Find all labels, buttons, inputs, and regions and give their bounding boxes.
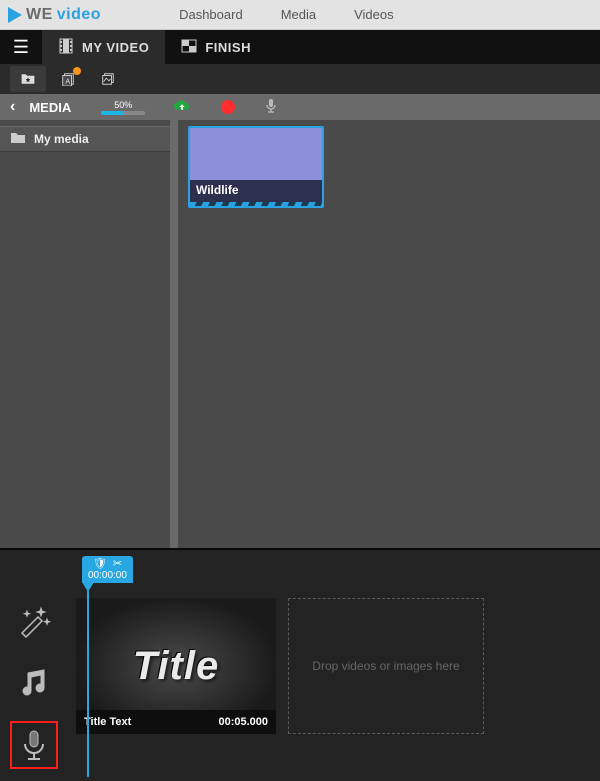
microphone-button[interactable] bbox=[265, 98, 277, 117]
svg-text:A: A bbox=[65, 78, 70, 85]
clip-handle[interactable]: 🛡 ✂ 00:00:00 bbox=[82, 556, 133, 583]
handle-icons: 🛡 ✂ bbox=[93, 559, 122, 570]
media-browser: My media Wildlife bbox=[0, 120, 600, 548]
drop-zone[interactable]: Drop videos or images here bbox=[288, 598, 484, 734]
video-track: Title Title Text 00:05.000 Drop videos o… bbox=[76, 598, 590, 734]
track-area[interactable]: 🛡 ✂ 00:00:00 Title Title Text 00:05.000 … bbox=[68, 550, 600, 781]
timeline-area: 🛡 ✂ 00:00:00 Title Title Text 00:05.000 … bbox=[0, 548, 600, 781]
nav-dashboard[interactable]: Dashboard bbox=[179, 7, 243, 22]
logo-text-2: VIDEO bbox=[57, 6, 101, 24]
upload-progress: 50% bbox=[101, 100, 145, 115]
effects-tool[interactable] bbox=[10, 597, 58, 645]
tab-my-video-label: MY VIDEO bbox=[82, 40, 149, 55]
back-button[interactable]: ‹ bbox=[10, 98, 15, 116]
title-clip[interactable]: Title Title Text 00:05.000 bbox=[76, 598, 276, 734]
clip-label: Wildlife bbox=[190, 180, 322, 202]
title-name: Title Text bbox=[84, 716, 131, 728]
tab-strip: ☰ MY VIDEO FINISH bbox=[0, 30, 600, 64]
media-header: ‹ MEDIA 50% bbox=[0, 94, 600, 120]
drop-zone-label: Drop videos or images here bbox=[312, 659, 459, 673]
clip-thumbnail bbox=[190, 128, 322, 180]
scissors-icon[interactable]: ✂ bbox=[113, 559, 122, 570]
clip-wildlife[interactable]: Wildlife bbox=[188, 126, 324, 208]
tab-finish-label: FINISH bbox=[205, 40, 251, 55]
favorites-folder-button[interactable] bbox=[10, 66, 46, 92]
tab-my-video[interactable]: MY VIDEO bbox=[42, 30, 165, 64]
progress-bar bbox=[101, 111, 145, 115]
handle-time: 00:00:00 bbox=[88, 570, 127, 581]
timeline-tools bbox=[0, 550, 68, 781]
top-nav: Dashboard Media Videos bbox=[179, 7, 394, 22]
playhead[interactable] bbox=[82, 582, 94, 594]
upload-button[interactable] bbox=[171, 99, 193, 115]
film-icon bbox=[58, 38, 74, 57]
progress-label: 50% bbox=[114, 100, 132, 110]
text-library-button[interactable]: A bbox=[50, 66, 86, 92]
top-bar: WeVIDEO Dashboard Media Videos bbox=[0, 0, 600, 30]
media-title: MEDIA bbox=[29, 100, 71, 115]
tab-finish[interactable]: FINISH bbox=[165, 30, 267, 64]
title-preview-text: Title bbox=[133, 644, 220, 689]
title-duration: 00:05.000 bbox=[218, 716, 268, 728]
logo-play-icon bbox=[8, 7, 22, 23]
voiceover-tool[interactable] bbox=[10, 721, 58, 769]
logo[interactable]: WeVIDEO bbox=[8, 6, 101, 24]
finish-icon bbox=[181, 38, 197, 57]
nav-videos[interactable]: Videos bbox=[354, 7, 394, 22]
menu-button[interactable]: ☰ bbox=[0, 30, 42, 64]
graphics-library-button[interactable] bbox=[90, 66, 126, 92]
shield-icon: 🛡 bbox=[93, 559, 107, 570]
icon-row: A bbox=[0, 64, 600, 94]
logo-text-1: We bbox=[26, 6, 53, 24]
nav-media[interactable]: Media bbox=[281, 7, 316, 22]
clip-progress-stripe bbox=[190, 202, 322, 206]
folder-tree: My media bbox=[0, 120, 178, 548]
folder-icon bbox=[10, 131, 26, 147]
music-tool[interactable] bbox=[10, 659, 58, 707]
title-meta: Title Text 00:05.000 bbox=[76, 710, 276, 734]
record-button[interactable] bbox=[221, 100, 235, 114]
folder-my-media[interactable]: My media bbox=[0, 126, 178, 152]
clip-grid: Wildlife bbox=[178, 120, 600, 548]
folder-label: My media bbox=[34, 132, 89, 146]
